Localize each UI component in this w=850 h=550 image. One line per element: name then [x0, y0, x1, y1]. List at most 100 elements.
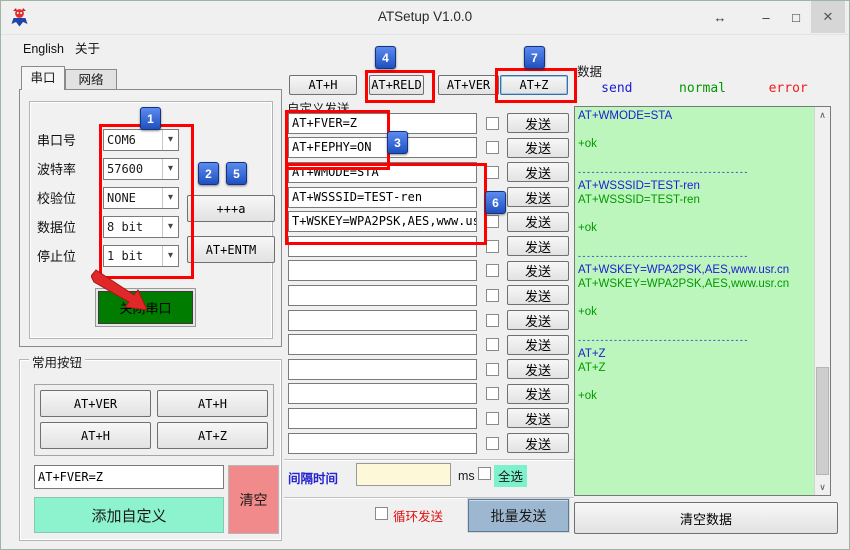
chevron-down-icon[interactable]: ▾	[162, 159, 178, 179]
log-line: AT+WSSSID=TEST-ren	[578, 193, 814, 207]
command-input[interactable]	[288, 383, 477, 404]
custom-send-row: 发送	[288, 283, 569, 308]
chevron-down-icon[interactable]: ▾	[162, 188, 178, 208]
command-input[interactable]: T+WSKEY=WPA2PSK,AES,www.usr.cn	[288, 211, 477, 232]
row-checkbox[interactable]	[486, 289, 499, 302]
add-custom-button[interactable]: 添加自定义	[34, 497, 224, 533]
app-window: ATSetup V1.0.0 ↔ – □ ✕ English 关于 串口 网络 …	[0, 0, 850, 550]
select-all-label: 全选	[494, 465, 527, 487]
send-button[interactable]: 发送	[507, 236, 569, 256]
command-input[interactable]: AT+FEPHY=ON	[288, 137, 477, 158]
send-button[interactable]: 发送	[507, 285, 569, 305]
send-button[interactable]: 发送	[507, 212, 569, 232]
plus-plus-plus-a-button[interactable]: +++a	[187, 195, 275, 222]
menu-english[interactable]: English	[19, 39, 68, 59]
command-input[interactable]	[288, 285, 477, 306]
log-line	[578, 319, 814, 333]
send-button[interactable]: 发送	[507, 359, 569, 379]
command-input[interactable]	[288, 260, 477, 281]
combo-select[interactable]: 57600 ▾	[103, 158, 179, 180]
combo-select[interactable]: 8 bit ▾	[103, 216, 179, 238]
loop-send-label: 循环发送	[393, 506, 443, 525]
restore-icon[interactable]: ↔	[705, 1, 735, 33]
log-line	[578, 207, 814, 221]
scroll-down-icon[interactable]: ∨	[815, 479, 830, 495]
common-at-button[interactable]: AT+Z	[157, 422, 268, 449]
at-entm-button[interactable]: AT+ENTM	[187, 236, 275, 263]
quick-at-ver-button[interactable]: AT+VER	[438, 75, 499, 95]
row-checkbox[interactable]	[486, 412, 499, 425]
row-checkbox[interactable]	[486, 141, 499, 154]
combo-select[interactable]: NONE ▾	[103, 187, 179, 209]
chevron-down-icon[interactable]: ▾	[162, 246, 178, 266]
maximize-icon[interactable]: □	[781, 1, 811, 33]
send-button[interactable]: 发送	[507, 310, 569, 330]
log-line: AT+WMODE=STA	[578, 109, 814, 123]
send-button[interactable]: 发送	[507, 113, 569, 133]
row-checkbox[interactable]	[486, 264, 499, 277]
common-at-button[interactable]: AT+H	[40, 422, 151, 449]
send-button[interactable]: 发送	[507, 187, 569, 207]
interval-input[interactable]	[356, 463, 451, 486]
chevron-down-icon[interactable]: ▾	[162, 130, 178, 150]
data-legend: send normal error	[574, 81, 831, 96]
send-button[interactable]: 发送	[507, 138, 569, 158]
custom-send-row: AT+FEPHY=ON 发送	[288, 136, 569, 161]
select-all-checkbox[interactable]	[478, 467, 491, 480]
send-button[interactable]: 发送	[507, 408, 569, 428]
row-checkbox[interactable]	[486, 240, 499, 253]
common-at-button[interactable]: AT+H	[157, 390, 268, 417]
log-line	[578, 151, 814, 165]
command-input[interactable]	[288, 310, 477, 331]
command-input[interactable]	[288, 408, 477, 429]
common-buttons-panel: AT+VER AT+H AT+H AT+Z	[34, 384, 274, 456]
send-button[interactable]: 发送	[507, 261, 569, 281]
row-checkbox[interactable]	[486, 117, 499, 130]
menu-about[interactable]: 关于	[71, 39, 104, 59]
quick-at-z-button[interactable]: AT+Z	[500, 75, 568, 95]
send-button[interactable]: 发送	[507, 384, 569, 404]
row-checkbox[interactable]	[486, 166, 499, 179]
command-input[interactable]	[288, 334, 477, 355]
tab-serial[interactable]: 串口	[21, 66, 65, 90]
common-at-button[interactable]: AT+VER	[40, 390, 151, 417]
batch-send-button[interactable]: 批量发送	[468, 499, 569, 532]
custom-command-input[interactable]: AT+FVER=Z	[34, 465, 224, 489]
send-button[interactable]: 发送	[507, 335, 569, 355]
minimize-icon[interactable]: –	[751, 1, 781, 33]
command-input[interactable]	[288, 359, 477, 380]
scrollbar-thumb[interactable]	[816, 367, 829, 475]
loop-send-checkbox[interactable]	[375, 507, 388, 520]
row-checkbox[interactable]	[486, 363, 499, 376]
combo-select[interactable]: COM6 ▾	[103, 129, 179, 151]
data-panel-title: 数据	[577, 61, 602, 80]
quick-at-reld-button[interactable]: AT+RELD	[369, 75, 424, 95]
chevron-down-icon[interactable]: ▾	[162, 217, 178, 237]
annotation-badge: 6	[485, 191, 506, 214]
command-input[interactable]: AT+WMODE=STA	[288, 162, 477, 183]
scroll-up-icon[interactable]: ∧	[815, 107, 830, 123]
command-input[interactable]	[288, 236, 477, 257]
command-input[interactable]: AT+FVER=Z	[288, 113, 477, 134]
command-input[interactable]	[288, 433, 477, 454]
quick-at-h-button[interactable]: AT+H	[289, 75, 357, 95]
row-checkbox[interactable]	[486, 338, 499, 351]
custom-send-row: 发送	[288, 234, 569, 259]
annotation-badge: 5	[226, 162, 247, 185]
combo-select[interactable]: 1 bit ▾	[103, 245, 179, 267]
log-scrollbar[interactable]: ∧ ∨	[814, 107, 830, 495]
clear-input-button[interactable]: 清空	[228, 465, 279, 534]
send-button[interactable]: 发送	[507, 162, 569, 182]
command-input[interactable]: AT+WSSSID=TEST-ren	[288, 187, 477, 208]
log-line: --------------------------------------	[578, 249, 814, 263]
row-checkbox[interactable]	[486, 437, 499, 450]
annotation-badge: 3	[387, 131, 408, 154]
row-checkbox[interactable]	[486, 314, 499, 327]
tab-network[interactable]: 网络	[65, 69, 117, 90]
send-button[interactable]: 发送	[507, 433, 569, 453]
legend-label: send	[574, 81, 660, 96]
row-checkbox[interactable]	[486, 215, 499, 228]
close-icon[interactable]: ✕	[811, 1, 845, 33]
clear-data-button[interactable]: 清空数据	[574, 502, 838, 534]
row-checkbox[interactable]	[486, 387, 499, 400]
